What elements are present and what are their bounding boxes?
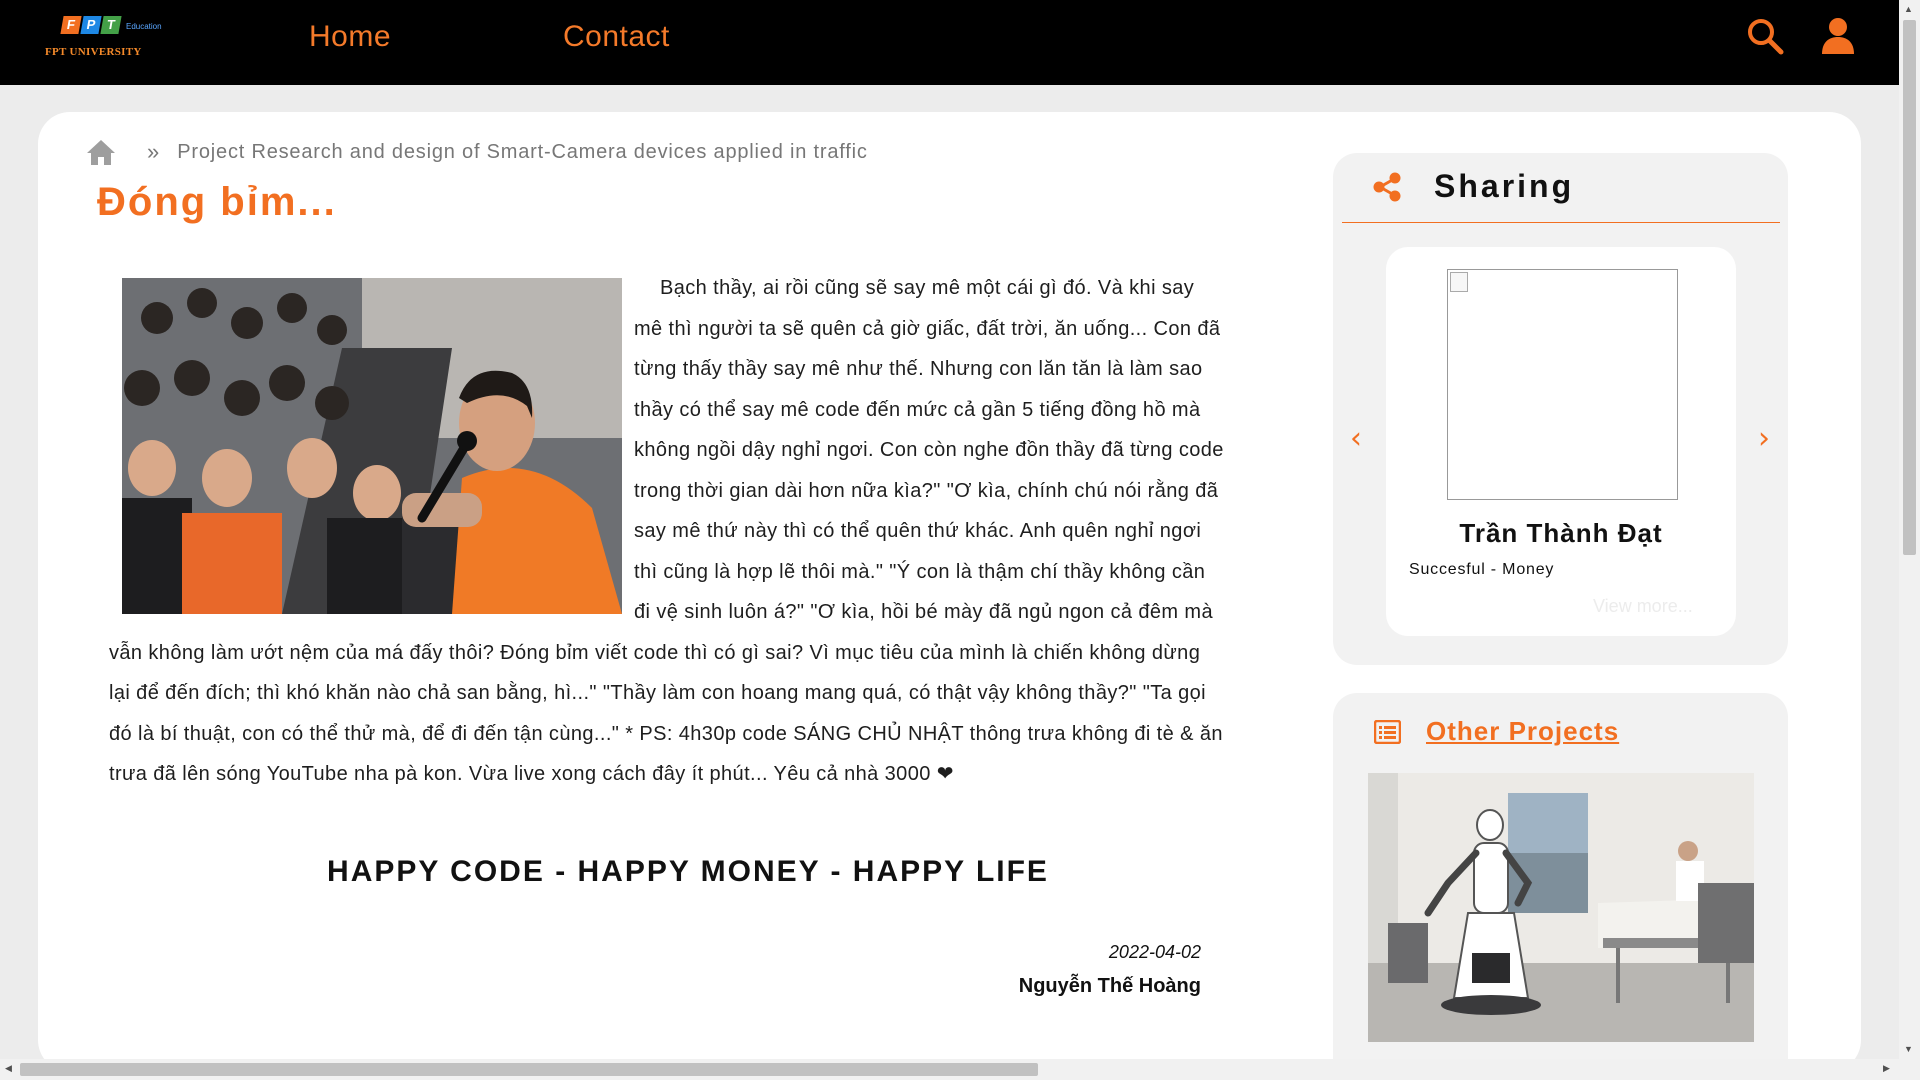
horizontal-scroll-thumb[interactable] xyxy=(20,1063,1038,1076)
user-icon[interactable] xyxy=(1818,16,1858,56)
share-icon xyxy=(1373,172,1401,202)
person-role: Succesful - Money xyxy=(1409,561,1555,578)
logo-name: FPT UNIVERSITY xyxy=(45,46,142,58)
sharing-divider xyxy=(1342,222,1780,223)
home-icon[interactable] xyxy=(85,138,117,166)
fpt-logo-mark: F P T xyxy=(60,16,122,34)
carousel-next-icon[interactable]: › xyxy=(1758,424,1770,454)
logo-letter: F xyxy=(60,16,82,34)
nav-home-link[interactable]: Home xyxy=(309,20,391,54)
vertical-scrollbar[interactable]: ▲ ▼ xyxy=(1899,0,1920,1080)
article-body: Bạch thầy, ai rồi cũng sẽ say mê một cái… xyxy=(109,268,1225,795)
breadcrumb-current[interactable]: Project Research and design of Smart-Cam… xyxy=(177,141,867,164)
breadcrumb: » Project Research and design of Smart-C… xyxy=(85,138,868,166)
search-icon[interactable] xyxy=(1745,16,1785,56)
scroll-up-icon[interactable]: ▲ xyxy=(1904,4,1913,14)
vertical-scroll-thumb[interactable] xyxy=(1903,20,1916,555)
article-title: Đóng bỉm... xyxy=(97,180,337,224)
person-name: Trần Thành Đạt xyxy=(1459,518,1663,548)
project-thumbnail[interactable] xyxy=(1368,773,1754,1042)
top-navbar: F P T Education FPT UNIVERSITY Home Cont… xyxy=(0,0,1899,85)
scroll-right-icon[interactable]: ▶ xyxy=(1883,1063,1890,1074)
scroll-left-icon[interactable]: ◀ xyxy=(5,1063,12,1074)
other-projects-title[interactable]: Other Projects xyxy=(1426,716,1619,747)
lecturer-speaking-photo xyxy=(122,278,622,614)
hospital-robot-photo xyxy=(1368,773,1754,1042)
person-photo xyxy=(1447,269,1678,500)
fpt-university-logo[interactable]: F P T Education FPT UNIVERSITY xyxy=(42,14,162,64)
view-more-link[interactable]: View more... xyxy=(1593,596,1693,617)
post-author: Nguyễn Thế Hoàng xyxy=(1018,975,1201,997)
sharing-title: Sharing xyxy=(1434,168,1575,204)
carousel-prev-icon[interactable]: ‹ xyxy=(1350,424,1362,454)
article-photo xyxy=(122,278,622,614)
post-date: 2022-04-02 xyxy=(1108,942,1201,962)
breadcrumb-separator: » xyxy=(147,139,160,164)
logo-letter: P xyxy=(80,16,102,34)
logo-letter: T xyxy=(100,16,122,34)
article-slogan: HAPPY CODE - HAPPY MONEY - HAPPY LIFE xyxy=(327,855,1049,888)
logo-subtitle: Education xyxy=(126,22,162,31)
broken-image-icon xyxy=(1450,272,1468,292)
scroll-down-icon[interactable]: ▼ xyxy=(1904,1044,1913,1054)
horizontal-scrollbar[interactable]: ◀ ▶ xyxy=(0,1059,1899,1080)
list-icon xyxy=(1374,720,1401,744)
nav-contact-link[interactable]: Contact xyxy=(563,20,670,54)
